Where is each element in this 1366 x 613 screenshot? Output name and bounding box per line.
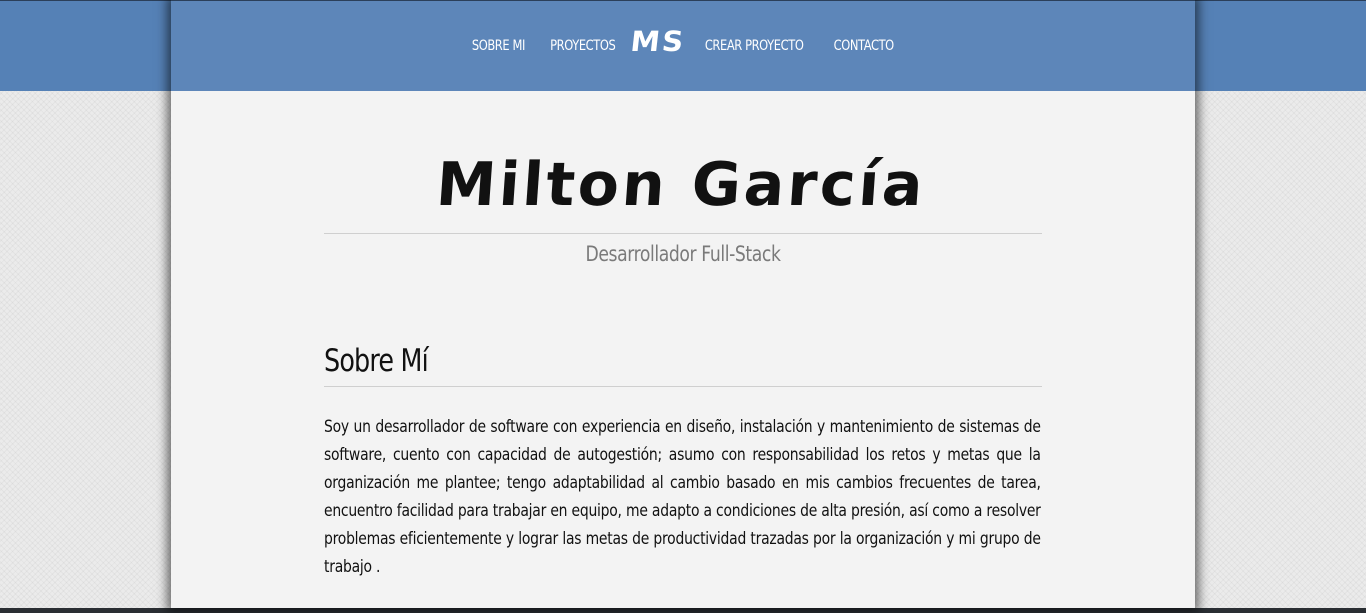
nav-link-create-project[interactable]: CREAR PROYECTO xyxy=(705,38,804,54)
page-title: Milton García xyxy=(433,150,929,220)
nav-link-contact[interactable]: CONTACTO xyxy=(833,38,894,54)
page-subtitle: Desarrollador Full-Stack xyxy=(585,242,781,266)
bottom-strip xyxy=(0,608,1366,613)
about-paragraph: Soy un desarrollador de software con exp… xyxy=(324,417,1041,577)
title-divider xyxy=(324,233,1042,234)
about-heading: Sobre Mí xyxy=(324,343,429,379)
nav-link-about[interactable]: SOBRE MI xyxy=(472,38,526,54)
about-divider xyxy=(324,386,1042,387)
page-container: SOBRE MI PROYECTOS MS CREAR PROYECTO CON… xyxy=(171,0,1195,608)
navbar: SOBRE MI PROYECTOS MS CREAR PROYECTO CON… xyxy=(171,0,1195,91)
about-section: Sobre Mí Soy un desarrollador de softwar… xyxy=(324,338,1042,581)
hero-header: Milton García Desarrollador Full-Stack xyxy=(324,91,1042,268)
logo[interactable]: MS xyxy=(629,25,687,58)
nav-link-projects[interactable]: PROYECTOS xyxy=(550,38,616,54)
